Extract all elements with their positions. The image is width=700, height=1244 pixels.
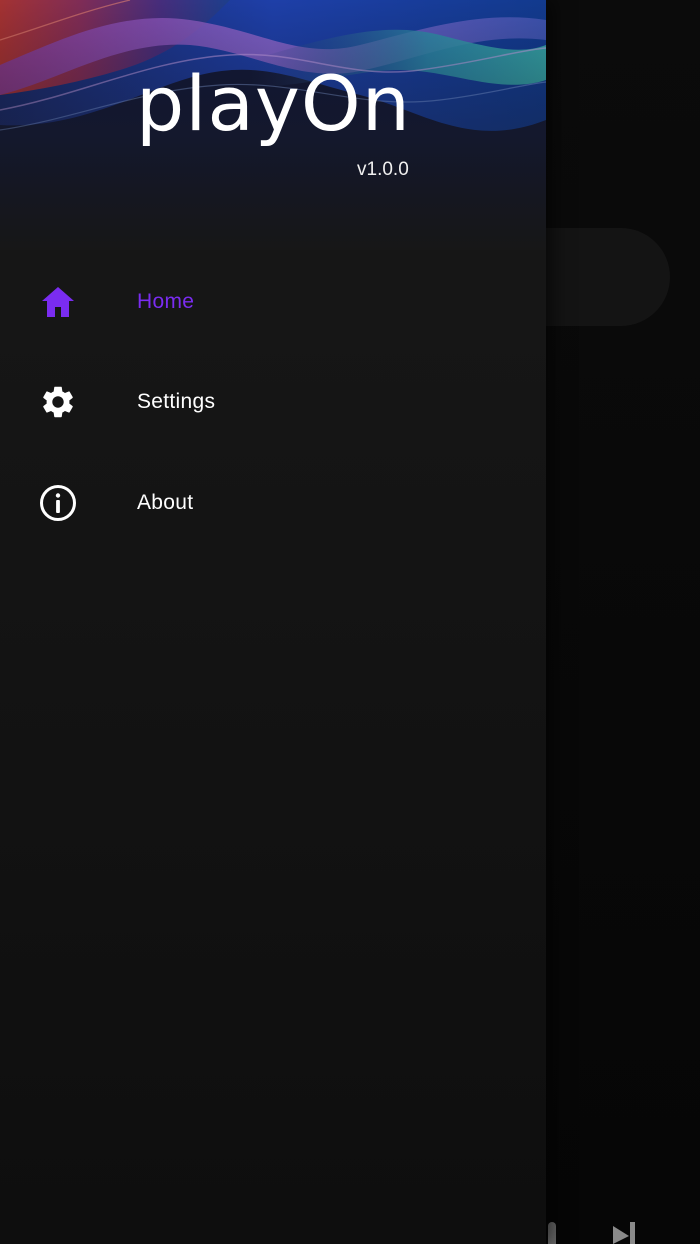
- nav-item-about[interactable]: About: [0, 463, 546, 543]
- app-title: playOn: [136, 59, 411, 148]
- skip-next-icon[interactable]: [612, 1222, 638, 1244]
- home-icon: [38, 282, 78, 322]
- nav-item-label: Home: [137, 290, 195, 313]
- navigation-drawer: playOn v1.0.0 Home Settings About: [0, 0, 546, 1244]
- drawer-header: playOn v1.0.0: [0, 0, 546, 250]
- app-version: v1.0.0: [357, 159, 409, 180]
- info-icon: [38, 483, 78, 523]
- gear-icon: [38, 382, 78, 422]
- nav-item-home[interactable]: Home: [0, 262, 546, 342]
- pause-icon[interactable]: [548, 1222, 556, 1244]
- nav-item-label: Settings: [137, 390, 216, 413]
- nav-item-settings[interactable]: Settings: [0, 362, 546, 442]
- nav-item-label: About: [137, 491, 194, 514]
- screen: playOn v1.0.0 Home Settings About: [0, 0, 700, 1244]
